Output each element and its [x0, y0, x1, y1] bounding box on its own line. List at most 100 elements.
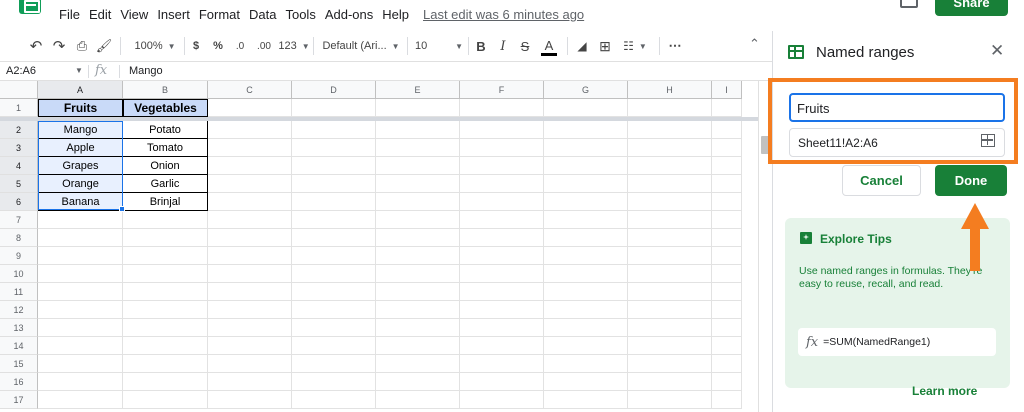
cell-h4[interactable]	[628, 157, 712, 175]
cell-f17[interactable]	[460, 391, 544, 409]
row-header-5[interactable]: 5	[0, 175, 38, 193]
cell-g5[interactable]	[544, 175, 628, 193]
column-header-f[interactable]: F	[460, 81, 544, 99]
cell-i4[interactable]	[712, 157, 742, 175]
cancel-button[interactable]: Cancel	[842, 165, 921, 196]
cell-f14[interactable]	[460, 337, 544, 355]
cell-d17[interactable]	[292, 391, 376, 409]
cell-f7[interactable]	[460, 211, 544, 229]
column-header-e[interactable]: E	[376, 81, 460, 99]
cell-i9[interactable]	[712, 247, 742, 265]
cell-f11[interactable]	[460, 283, 544, 301]
cell-g4[interactable]	[544, 157, 628, 175]
cell-e4[interactable]	[376, 157, 460, 175]
cell-f6[interactable]	[460, 193, 544, 211]
cell-h3[interactable]	[628, 139, 712, 157]
range-reference-input[interactable]: Sheet11!A2:A6	[789, 128, 1005, 157]
cell-e3[interactable]	[376, 139, 460, 157]
cell-c14[interactable]	[208, 337, 292, 355]
cell-c4[interactable]	[208, 157, 292, 175]
cell-d2[interactable]	[292, 121, 376, 139]
menu-help[interactable]: Help	[382, 7, 409, 22]
sheets-logo-icon[interactable]	[19, 0, 41, 14]
menu-edit[interactable]: Edit	[89, 7, 111, 22]
cell-h8[interactable]	[628, 229, 712, 247]
cell-e5[interactable]	[376, 175, 460, 193]
cell-d3[interactable]	[292, 139, 376, 157]
cell-a2[interactable]: Mango	[38, 121, 123, 139]
cell-c17[interactable]	[208, 391, 292, 409]
redo-icon[interactable]: ↷	[51, 38, 67, 55]
cell-a6[interactable]: Banana	[38, 193, 123, 211]
cell-e9[interactable]	[376, 247, 460, 265]
font-select[interactable]: Default (Ari... ▼	[322, 38, 400, 54]
cell-c5[interactable]	[208, 175, 292, 193]
cell-g12[interactable]	[544, 301, 628, 319]
cell-d1[interactable]	[292, 99, 376, 117]
row-header-6[interactable]: 6	[0, 193, 38, 211]
increase-decimal-button[interactable]: .00	[254, 38, 274, 54]
cell-c1[interactable]	[208, 99, 292, 117]
cell-h6[interactable]	[628, 193, 712, 211]
fill-handle[interactable]	[119, 206, 125, 212]
cell-i15[interactable]	[712, 355, 742, 373]
cell-i5[interactable]	[712, 175, 742, 193]
column-header-d[interactable]: D	[292, 81, 376, 99]
column-header-a[interactable]: A	[38, 81, 123, 99]
cell-d5[interactable]	[292, 175, 376, 193]
cell-f2[interactable]	[460, 121, 544, 139]
cell-h11[interactable]	[628, 283, 712, 301]
spreadsheet-grid[interactable]: A B C D E F G H I 1 Fruits Vegetables 2 Mango Potato 3 A…	[0, 81, 758, 412]
cell-c16[interactable]	[208, 373, 292, 391]
cell-d11[interactable]	[292, 283, 376, 301]
chevron-down-icon[interactable]: ▼	[75, 66, 83, 75]
cell-g11[interactable]	[544, 283, 628, 301]
cell-g1[interactable]	[544, 99, 628, 117]
cell-f5[interactable]	[460, 175, 544, 193]
cell-f10[interactable]	[460, 265, 544, 283]
cell-b13[interactable]	[123, 319, 208, 337]
cell-f15[interactable]	[460, 355, 544, 373]
decrease-decimal-button[interactable]: .0	[231, 38, 249, 54]
bold-button[interactable]: B	[475, 38, 487, 54]
row-header-14[interactable]: 14	[0, 337, 38, 355]
cell-e8[interactable]	[376, 229, 460, 247]
cell-g15[interactable]	[544, 355, 628, 373]
cell-h12[interactable]	[628, 301, 712, 319]
text-color-button[interactable]: A	[541, 38, 557, 56]
cell-c11[interactable]	[208, 283, 292, 301]
cell-i13[interactable]	[712, 319, 742, 337]
cell-a12[interactable]	[38, 301, 123, 319]
cell-g6[interactable]	[544, 193, 628, 211]
menu-addons[interactable]: Add-ons	[325, 7, 373, 22]
cell-a7[interactable]	[38, 211, 123, 229]
row-header-11[interactable]: 11	[0, 283, 38, 301]
cell-h17[interactable]	[628, 391, 712, 409]
cell-a13[interactable]	[38, 319, 123, 337]
percent-button[interactable]: %	[211, 38, 225, 54]
cell-i2[interactable]	[712, 121, 742, 139]
borders-icon[interactable]: ⊞	[598, 38, 612, 54]
cell-c6[interactable]	[208, 193, 292, 211]
cell-b2[interactable]: Potato	[123, 121, 208, 139]
done-button[interactable]: Done	[935, 165, 1007, 196]
cell-b6[interactable]: Brinjal	[123, 193, 208, 211]
formula-input[interactable]: Mango	[129, 65, 163, 77]
cell-f13[interactable]	[460, 319, 544, 337]
cell-f3[interactable]	[460, 139, 544, 157]
cell-e16[interactable]	[376, 373, 460, 391]
cell-g14[interactable]	[544, 337, 628, 355]
cell-b14[interactable]	[123, 337, 208, 355]
cell-b3[interactable]: Tomato	[123, 139, 208, 157]
paint-format-icon[interactable]: 🖌	[96, 38, 113, 54]
column-header-c[interactable]: C	[208, 81, 292, 99]
cell-c9[interactable]	[208, 247, 292, 265]
row-header-13[interactable]: 13	[0, 319, 38, 337]
cell-c8[interactable]	[208, 229, 292, 247]
cell-h1[interactable]	[628, 99, 712, 117]
row-header-7[interactable]: 7	[0, 211, 38, 229]
cell-e1[interactable]	[376, 99, 460, 117]
menu-view[interactable]: View	[120, 7, 148, 22]
cell-g2[interactable]	[544, 121, 628, 139]
cell-e10[interactable]	[376, 265, 460, 283]
